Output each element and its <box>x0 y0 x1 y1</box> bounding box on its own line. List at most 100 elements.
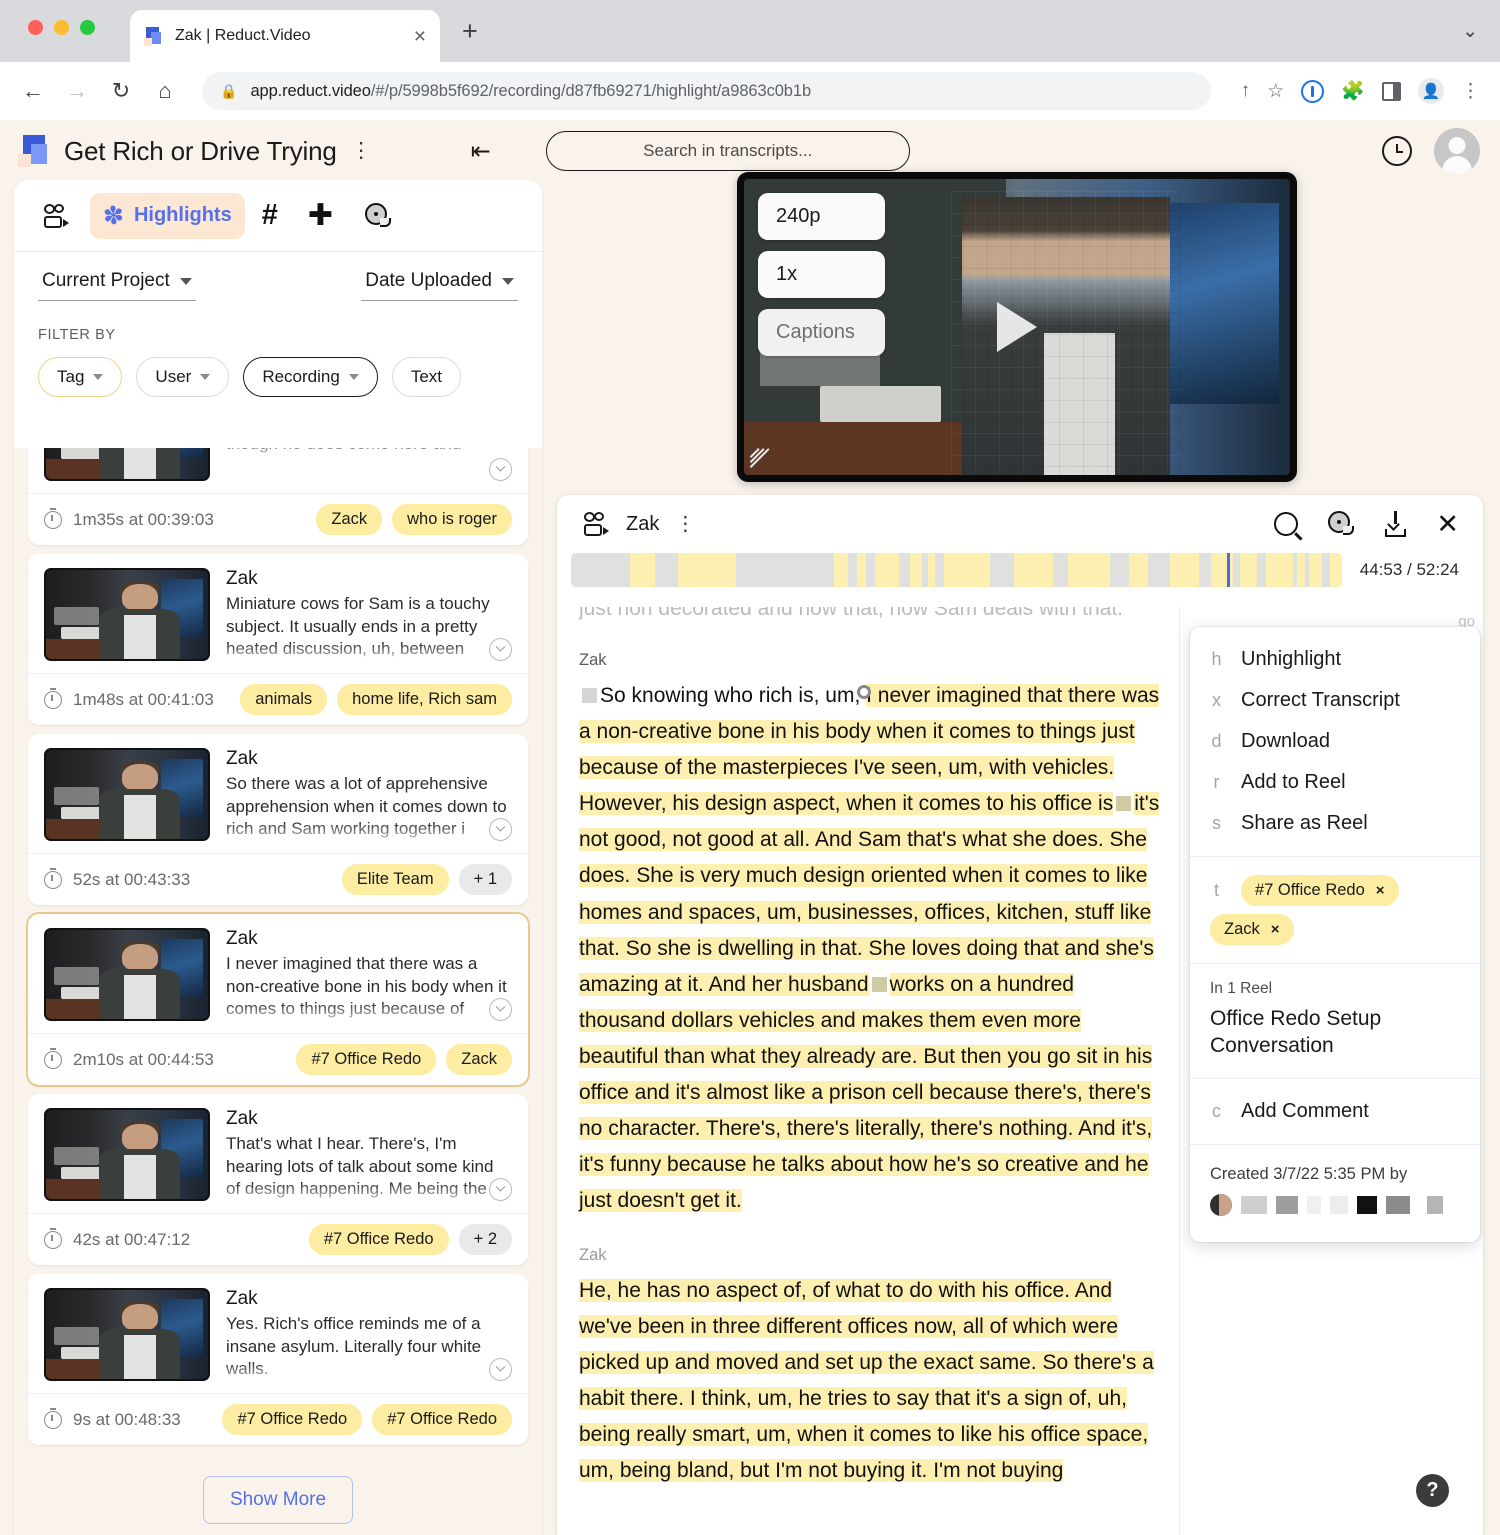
tag-pill[interactable]: Zack <box>316 504 383 535</box>
highlight-card[interactable]: Zak So there was a lot of apprehensive ap… <box>28 734 528 905</box>
collapse-sidebar-icon[interactable]: ⇤ <box>471 137 491 166</box>
timeline-scrubber[interactable] <box>571 553 1342 587</box>
highlight-thumbnail[interactable] <box>44 568 210 661</box>
tag-pill[interactable]: #7 Office Redo <box>372 1404 512 1435</box>
tag-pill[interactable]: who is roger <box>392 504 512 535</box>
expand-highlight-icon[interactable] <box>489 638 512 661</box>
filter-chip-text[interactable]: Text <box>391 357 462 397</box>
tag-pill[interactable]: animals <box>240 684 328 715</box>
project-menu-kebab-icon[interactable]: ⋮ <box>351 140 372 160</box>
highlight-card[interactable]: Zak I never imagined that there was a non… <box>28 914 528 1085</box>
tag-pill-zack[interactable]: Zack × <box>1210 914 1294 945</box>
menu-item-correct-transcript[interactable]: x Correct Transcript <box>1190 680 1480 721</box>
close-icon[interactable]: ✕ <box>1436 510 1459 538</box>
transcript-text-area[interactable]: just non decorated and how that, how Sam… <box>557 607 1179 1535</box>
close-window-button[interactable] <box>28 20 43 35</box>
tab-tags[interactable]: # <box>249 193 291 239</box>
transcript-paragraph[interactable]: He, he has no aspect of, of what to do w… <box>579 1273 1161 1490</box>
quality-button[interactable]: 240p <box>758 193 885 240</box>
search-input[interactable] <box>545 131 910 171</box>
transcript-menu-kebab-icon[interactable]: ⋮ <box>675 514 695 534</box>
filter-chip-tag[interactable]: Tag <box>38 357 123 397</box>
browser-menu-icon[interactable]: ⋮ <box>1461 80 1480 103</box>
browser-profile-avatar[interactable]: 👤 <box>1418 78 1444 104</box>
playback-speed-button[interactable]: 1x <box>758 251 885 298</box>
tab-add[interactable]: ✚ <box>295 193 346 239</box>
highlight-speaker: Zak <box>226 1108 258 1129</box>
menu-item-download[interactable]: d Download <box>1190 721 1480 762</box>
resize-grip-icon[interactable] <box>749 448 775 470</box>
highlight-card[interactable]: Zak Miniature cows for Sam is a touchy su… <box>28 554 528 725</box>
captions-button[interactable]: Captions <box>758 309 885 356</box>
bookmark-star-icon[interactable]: ☆ <box>1267 80 1284 103</box>
context-menu-created-info: Created 3/7/22 5:35 PM by <box>1190 1143 1480 1242</box>
more-tags-badge[interactable]: + 2 <box>458 1224 512 1255</box>
project-scope-select[interactable]: Current Project <box>38 270 196 301</box>
highlight-card[interactable]: Roger, uh, Roger is as a individual who … <box>28 448 528 545</box>
menu-item-unhighlight[interactable]: h Unhighlight <box>1190 639 1480 680</box>
highlight-thumbnail[interactable] <box>44 928 210 1021</box>
maximize-window-button[interactable] <box>80 20 95 35</box>
redacted-name-block <box>1386 1195 1410 1214</box>
side-panel-icon[interactable] <box>1382 81 1401 101</box>
back-arrow-icon[interactable]: ← <box>20 78 46 104</box>
reload-icon[interactable]: ↻ <box>108 78 134 104</box>
menu-item-add-to-reel[interactable]: r Add to Reel <box>1190 762 1480 803</box>
tag-pill[interactable]: Elite Team <box>341 864 449 895</box>
expand-highlight-icon[interactable] <box>489 1178 512 1201</box>
tab-close-icon[interactable]: × <box>414 26 426 47</box>
tab-reels[interactable] <box>350 193 406 239</box>
tab-recordings[interactable] <box>30 193 86 239</box>
menu-item-share-as-reel[interactable]: s Share as Reel <box>1190 803 1480 844</box>
play-button-icon[interactable] <box>997 302 1037 352</box>
remove-tag-icon[interactable]: × <box>1376 882 1385 899</box>
transcript-paragraph[interactable]: So knowing who rich is, um, I never imag… <box>579 678 1161 1220</box>
highlight-card[interactable]: Zak Yes. Rich's office reminds me of a in… <box>28 1274 528 1445</box>
menu-item-add-comment[interactable]: c Add Comment <box>1190 1091 1480 1132</box>
url-bar[interactable]: 🔒 app.reduct.video/#/p/5998b5f692/record… <box>202 72 1211 110</box>
tag-pill[interactable]: #7 Office Redo <box>222 1404 363 1435</box>
more-tags-badge[interactable]: + 1 <box>458 864 512 895</box>
search-icon[interactable] <box>1274 512 1299 536</box>
expand-highlight-icon[interactable] <box>489 818 512 841</box>
video-player[interactable]: 240p 1x Captions <box>737 172 1297 482</box>
highlights-list[interactable]: Roger, uh, Roger is as a individual who … <box>14 448 542 1535</box>
help-button[interactable]: ? <box>1416 1474 1449 1507</box>
video-surface[interactable]: 240p 1x Captions <box>744 179 1290 475</box>
highlight-card[interactable]: Zak That's what I hear. There's, I'm hear… <box>28 1094 528 1265</box>
filter-chip-user[interactable]: User <box>136 357 230 397</box>
minimize-window-button[interactable] <box>54 20 69 35</box>
expand-highlight-icon[interactable] <box>489 458 512 481</box>
extensions-puzzle-icon[interactable]: 🧩 <box>1341 79 1365 103</box>
history-clock-icon[interactable] <box>1382 136 1412 166</box>
home-icon[interactable]: ⌂ <box>152 78 178 104</box>
tab-highlights[interactable]: ✽ Highlights <box>90 192 245 239</box>
timeline-playhead[interactable] <box>1226 553 1230 587</box>
share-icon[interactable]: ↑ <box>1241 80 1251 102</box>
avatar[interactable] <box>1434 128 1480 174</box>
forward-arrow-icon[interactable]: → <box>64 78 90 104</box>
browser-tab[interactable]: Zak | Reduct.Video × <box>130 10 440 62</box>
tag-pill[interactable]: home life, Rich sam <box>337 684 512 715</box>
film-reel-icon[interactable] <box>1326 510 1356 538</box>
highlight-thumbnail[interactable] <box>44 448 210 481</box>
download-icon[interactable] <box>1384 511 1408 537</box>
tag-pill[interactable]: #7 Office Redo <box>308 1224 449 1255</box>
tag-pill[interactable]: #7 Office Redo <box>296 1044 437 1075</box>
show-more-button[interactable]: Show More <box>202 1476 354 1524</box>
highlight-thumbnail[interactable] <box>44 1288 210 1381</box>
transcript-cursor-handle[interactable] <box>857 685 871 699</box>
new-tab-button[interactable]: + <box>462 18 478 45</box>
filter-chip-recording[interactable]: Recording <box>243 357 378 397</box>
remove-tag-icon[interactable]: × <box>1271 921 1280 938</box>
reel-name[interactable]: Office Redo Setup Conversation <box>1190 1004 1480 1066</box>
expand-highlight-icon[interactable] <box>489 998 512 1021</box>
tag-pill-office-redo[interactable]: #7 Office Redo × <box>1241 875 1399 906</box>
highlight-thumbnail[interactable] <box>44 748 210 841</box>
tag-pill[interactable]: Zack <box>446 1044 512 1075</box>
highlight-thumbnail[interactable] <box>44 1108 210 1201</box>
onepassword-extension-icon[interactable] <box>1301 79 1325 103</box>
sort-select[interactable]: Date Uploaded <box>361 270 518 301</box>
tab-list-chevron-down-icon[interactable]: ⌄ <box>1462 20 1478 43</box>
expand-highlight-icon[interactable] <box>489 1358 512 1381</box>
